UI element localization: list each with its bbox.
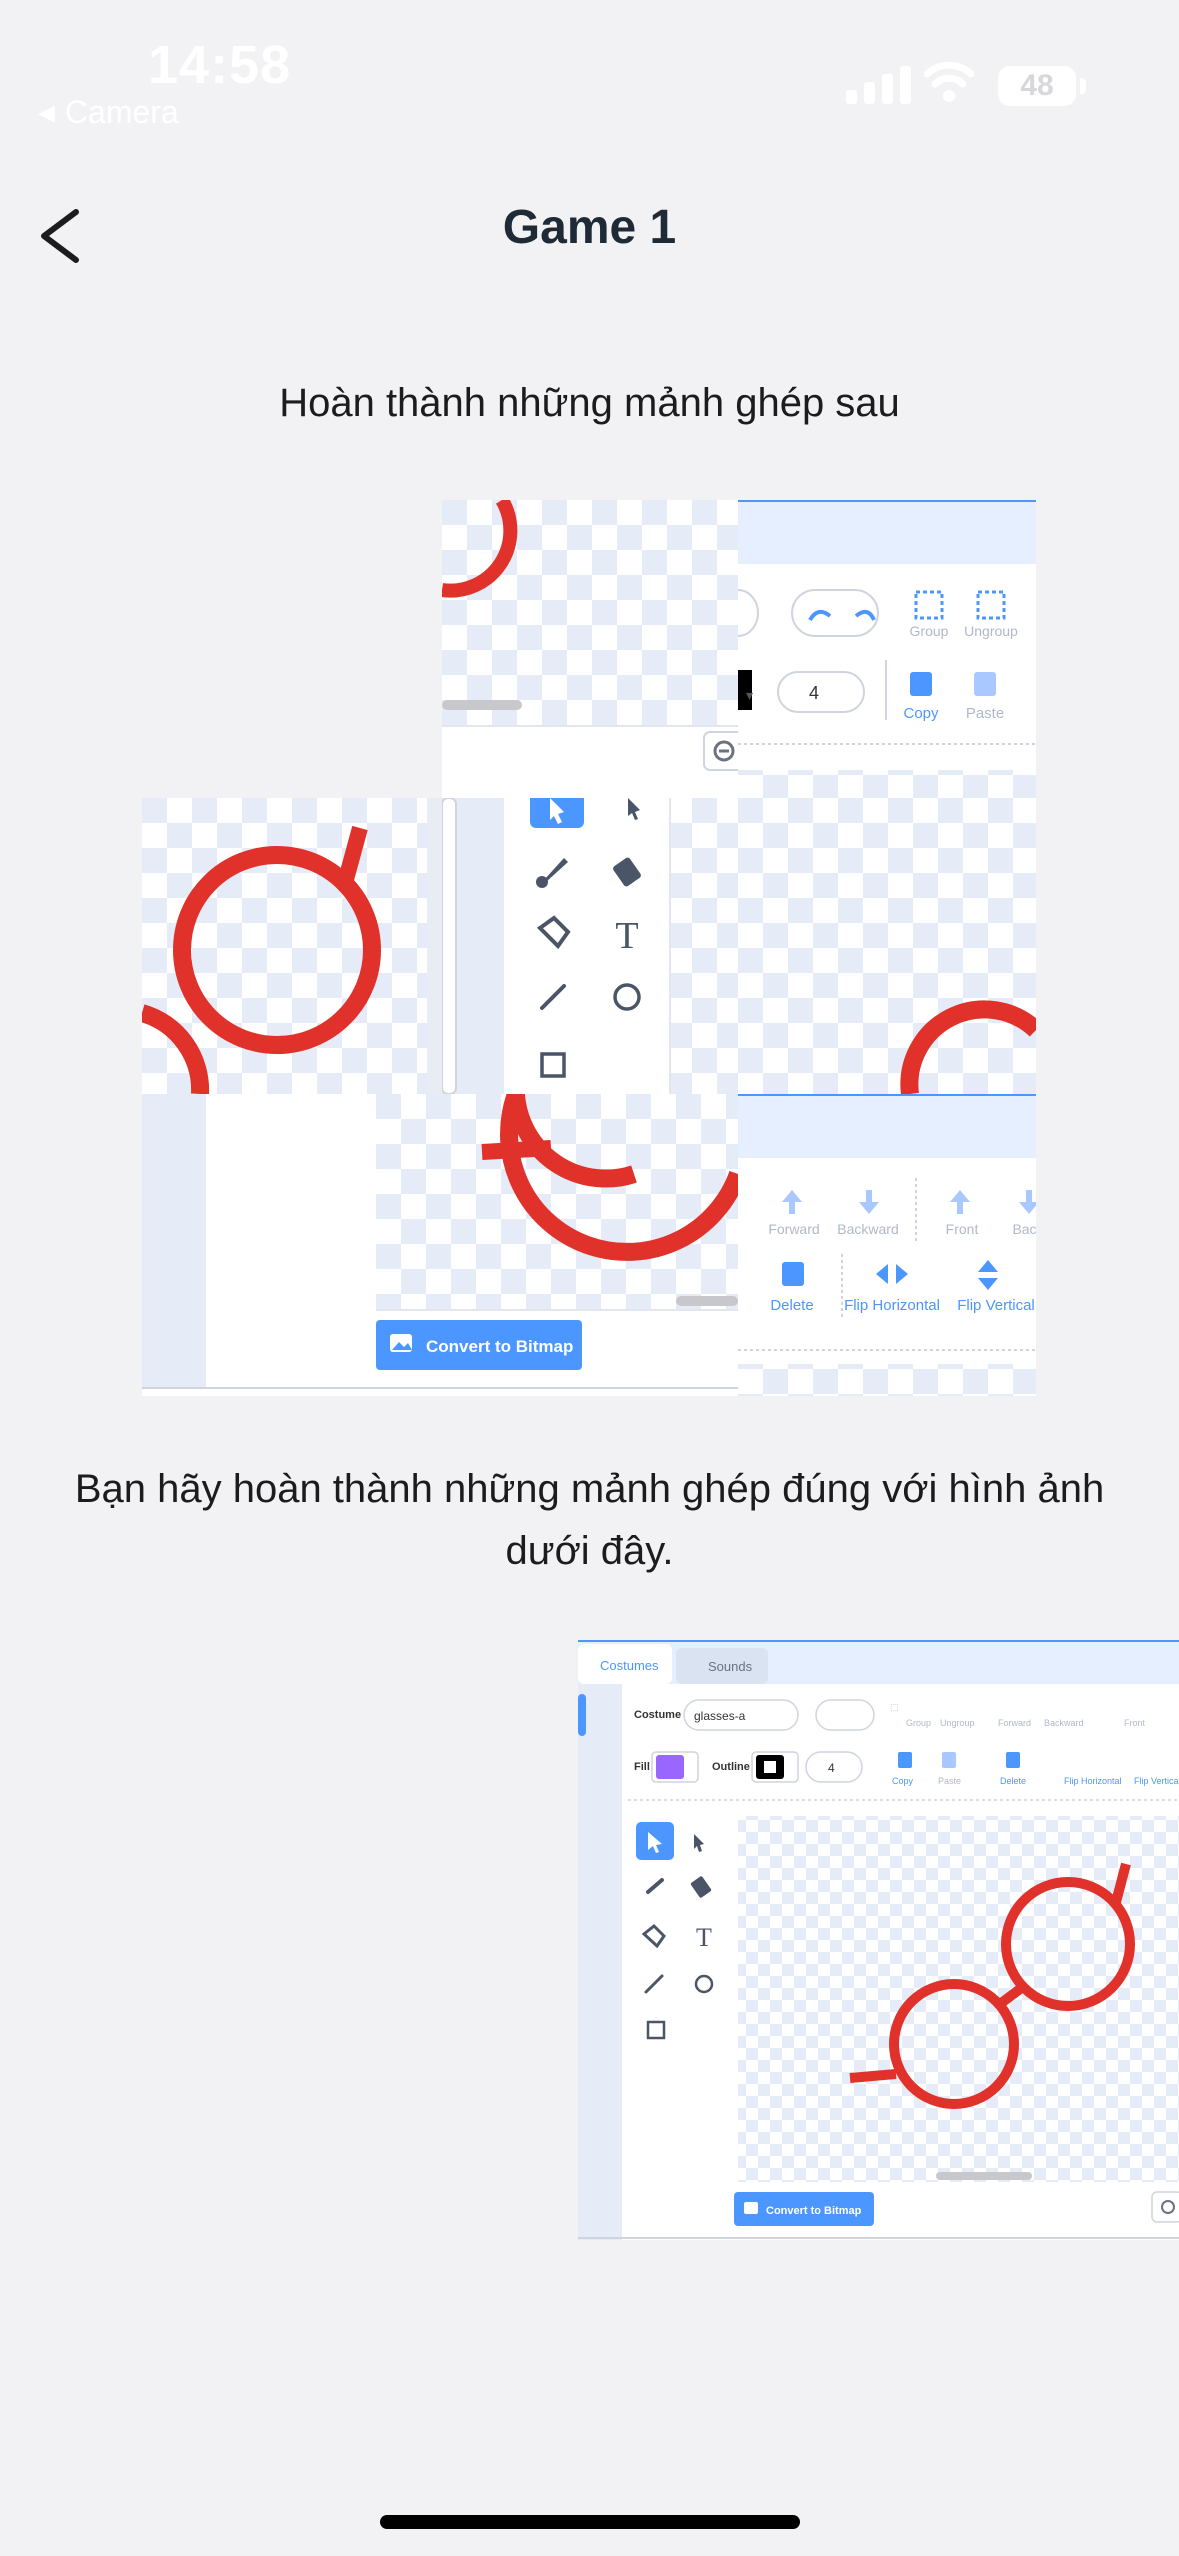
- svg-text:▾: ▾: [746, 687, 753, 703]
- svg-text:Flip Vertical: Flip Vertical: [1134, 1776, 1179, 1786]
- puzzle-instruction: Hoàn thành những mảnh ghép sau: [279, 381, 900, 425]
- svg-text:Front: Front: [946, 1221, 979, 1237]
- svg-text:Back: Back: [1012, 1221, 1036, 1237]
- svg-text:Group: Group: [910, 623, 949, 639]
- reference-image: Costumes Sounds Costume glasses-a ⬚ Grou…: [578, 1640, 1179, 2240]
- status-back-label: Camera: [64, 94, 179, 130]
- svg-text:Convert to Bitmap: Convert to Bitmap: [766, 2205, 862, 2217]
- back-triangle-icon: ◀: [38, 99, 55, 125]
- status-back-to-app[interactable]: ◀ Camera: [38, 94, 179, 131]
- convert-to-bitmap-label: Convert to Bitmap: [426, 1337, 573, 1356]
- status-time: 14:58: [148, 35, 292, 95]
- svg-text:Backward: Backward: [837, 1221, 898, 1237]
- puzzle-tile[interactable]: T: [442, 798, 738, 1094]
- svg-text:Delete: Delete: [770, 1297, 813, 1314]
- svg-text:Delete: Delete: [1000, 1776, 1026, 1786]
- status-bar: 14:58 ◀ Camera 48: [0, 0, 1179, 140]
- cellular-signal-icon: [846, 66, 911, 104]
- svg-text:Costumes: Costumes: [600, 1658, 659, 1673]
- svg-text:T: T: [615, 915, 638, 957]
- wifi-icon: [924, 61, 974, 102]
- svg-text:Ungroup: Ungroup: [964, 623, 1018, 639]
- svg-text:Outline: Outline: [712, 1761, 750, 1773]
- page-title: Game 1: [502, 201, 677, 254]
- svg-text:Ungroup: Ungroup: [940, 1718, 975, 1728]
- svg-text:4: 4: [828, 1761, 835, 1775]
- svg-text:Copy: Copy: [903, 705, 939, 722]
- svg-text:Group: Group: [906, 1718, 931, 1728]
- svg-text:Flip Horizontal: Flip Horizontal: [844, 1297, 940, 1314]
- svg-text:Costume: Costume: [634, 1709, 681, 1721]
- battery-tip: [1080, 78, 1086, 94]
- puzzle-tile[interactable]: [142, 798, 442, 1094]
- puzzle-tile[interactable]: [142, 1094, 376, 1396]
- svg-text:T: T: [696, 1923, 712, 1952]
- battery-icon: 48: [998, 66, 1076, 106]
- svg-text:Backward: Backward: [1044, 1718, 1084, 1728]
- svg-text:Flip Vertical: Flip Vertical: [957, 1297, 1035, 1314]
- puzzle-tile[interactable]: Forward Backward Front Back Delete Flip …: [738, 1094, 1036, 1396]
- svg-text:Forward: Forward: [768, 1221, 819, 1237]
- svg-text:Paste: Paste: [966, 705, 1004, 722]
- svg-text:Copy: Copy: [892, 1776, 914, 1786]
- puzzle-tile[interactable]: [738, 798, 1036, 1094]
- svg-text:Forward: Forward: [998, 1718, 1031, 1728]
- svg-text:Sounds: Sounds: [708, 1659, 753, 1674]
- reference-instruction: Bạn hãy hoàn thành những mảnh ghép đúng …: [74, 1467, 1105, 1573]
- battery-level: 48: [1020, 69, 1054, 102]
- puzzle-tile[interactable]: [442, 500, 738, 798]
- home-indicator: [380, 2515, 800, 2529]
- puzzle-tile[interactable]: Group Ungroup ▾ 4 Copy Paste: [738, 500, 1036, 798]
- svg-text:Paste: Paste: [938, 1776, 961, 1786]
- puzzle-tile[interactable]: Convert to Bitmap: [376, 1094, 738, 1396]
- puzzle-board: Group Ungroup ▾ 4 Copy Paste T Convert t…: [142, 500, 1036, 1396]
- svg-text:Flip Horizontal: Flip Horizontal: [1064, 1776, 1122, 1786]
- svg-text:glasses-a: glasses-a: [694, 1709, 746, 1723]
- svg-text:Fill: Fill: [634, 1761, 650, 1773]
- svg-text:⬚: ⬚: [890, 1702, 899, 1712]
- svg-text:4: 4: [809, 683, 819, 703]
- svg-text:Front: Front: [1124, 1718, 1146, 1728]
